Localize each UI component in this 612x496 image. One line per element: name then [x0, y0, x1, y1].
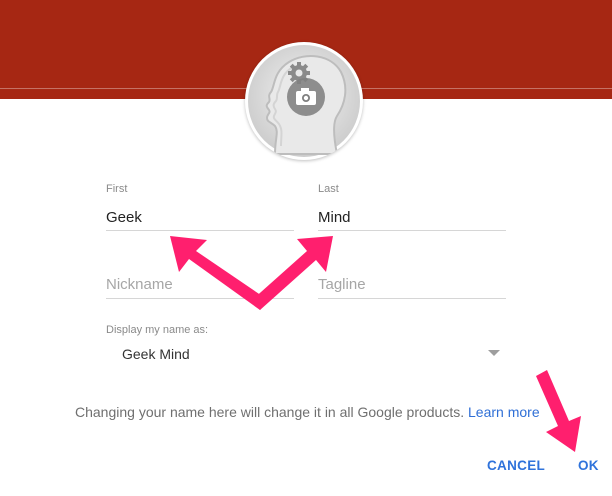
- ok-button[interactable]: OK: [578, 458, 599, 473]
- tagline-underline: [318, 298, 506, 299]
- profile-photo-button[interactable]: [245, 42, 363, 160]
- nickname-underline: [106, 298, 294, 299]
- nickname-input[interactable]: Nickname: [106, 276, 173, 293]
- learn-more-link[interactable]: Learn more: [468, 404, 540, 420]
- last-name-underline: [318, 230, 506, 231]
- name-change-info: Changing your name here will change it i…: [75, 404, 540, 420]
- last-name-label: Last: [318, 183, 339, 195]
- tagline-input[interactable]: Tagline: [318, 276, 366, 293]
- last-name-input[interactable]: Mind: [318, 209, 351, 226]
- display-name-select[interactable]: Geek Mind: [122, 346, 190, 362]
- annotation-arrow-ok: [536, 370, 581, 452]
- info-text: Changing your name here will change it i…: [75, 404, 465, 420]
- first-name-label: First: [106, 183, 128, 195]
- head-profile-with-camera-icon: [248, 45, 360, 157]
- first-name-underline: [106, 230, 294, 231]
- cancel-button[interactable]: CANCEL: [487, 458, 545, 473]
- first-name-input[interactable]: Geek: [106, 209, 142, 226]
- chevron-down-icon[interactable]: [488, 350, 500, 356]
- display-name-label: Display my name as:: [106, 324, 209, 336]
